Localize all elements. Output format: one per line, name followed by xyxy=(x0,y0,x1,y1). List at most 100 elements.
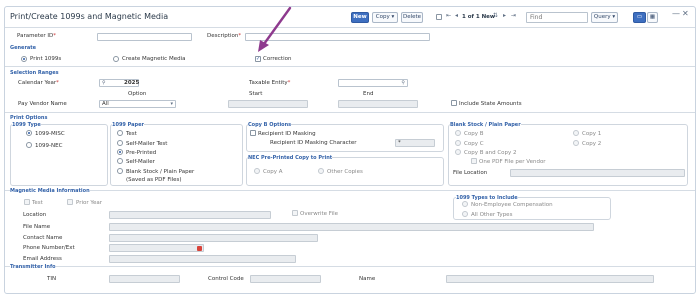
file-location-input[interactable] xyxy=(510,169,685,177)
start-header: Start xyxy=(249,91,263,97)
copy-b-radio[interactable] xyxy=(455,130,461,136)
all-other-types-radio[interactable] xyxy=(462,211,468,217)
grid-view-icon[interactable]: ▦ xyxy=(647,12,658,23)
non-employee-comp-label: Non-Employee Compensation xyxy=(471,202,553,208)
new-button[interactable]: New xyxy=(351,12,369,23)
non-employee-comp-radio[interactable] xyxy=(462,201,468,207)
delete-button[interactable]: Delete xyxy=(401,12,423,23)
calendar-year-input[interactable]: ⚲ 2025 xyxy=(99,79,139,87)
nec-pre-printed-title: NEC Pre-Printed Copy to Print xyxy=(248,155,333,161)
copy-a-label: Copy A xyxy=(263,169,283,175)
paper-blank-stock-note: (Saved as PDF Files) xyxy=(126,177,182,183)
copy-a-radio[interactable] xyxy=(254,168,260,174)
phone-label: Phone Number/Ext xyxy=(23,245,75,251)
copy-1-radio[interactable] xyxy=(573,130,579,136)
sort-icon[interactable]: ⇅ xyxy=(493,12,498,20)
copy-1-label: Copy 1 xyxy=(582,131,602,137)
control-code-input[interactable] xyxy=(250,275,321,283)
pay-vendor-name-label: Pay Vendor Name xyxy=(18,101,67,107)
file-name-label: File Name xyxy=(23,224,51,230)
pay-vendor-option-select[interactable]: All ▾ xyxy=(99,100,176,108)
copy-2-radio[interactable] xyxy=(573,140,579,146)
select-record-checkbox[interactable] xyxy=(436,14,442,20)
email-input[interactable] xyxy=(109,255,296,263)
blank-stock-title: Blank Stock / Plain Paper xyxy=(450,122,521,128)
prior-year-checkbox[interactable] xyxy=(67,199,73,205)
magnetic-media-section-title: Magnetic Media Information xyxy=(10,188,90,194)
paper-blank-stock-label: Blank Stock / Plain Paper xyxy=(126,169,195,175)
copy-b-and-2-radio[interactable] xyxy=(455,149,461,155)
query-button[interactable]: Query ▾ xyxy=(591,12,618,23)
selection-ranges-section-title: Selection Ranges xyxy=(10,70,59,76)
one-pdf-per-vendor-label: One PDF File per Vendor xyxy=(479,159,546,165)
first-record-icon[interactable]: ⇤ xyxy=(446,12,451,20)
create-magnetic-media-radio[interactable] xyxy=(113,56,119,62)
1099-type-title: 1099 Type xyxy=(12,122,41,128)
copy-b-options-group xyxy=(246,124,444,152)
print-1099s-radio[interactable] xyxy=(21,56,27,62)
taxable-entity-input[interactable]: ⚲ xyxy=(338,79,408,87)
mm-test-checkbox[interactable] xyxy=(24,199,30,205)
pay-vendor-end-input[interactable] xyxy=(338,100,418,108)
find-input[interactable] xyxy=(526,12,588,23)
copy-c-label: Copy C xyxy=(464,141,484,147)
paper-test-radio[interactable] xyxy=(117,130,123,136)
chevron-down-icon: ▾ xyxy=(170,101,173,107)
paper-self-mailer-test-radio[interactable] xyxy=(117,140,123,146)
divider xyxy=(5,27,695,28)
search-icon: ⚲ xyxy=(102,80,106,86)
next-record-icon[interactable]: ▸ xyxy=(503,12,506,20)
generate-section-title: Generate xyxy=(10,45,37,51)
contact-name-input[interactable] xyxy=(109,234,318,242)
copy-button[interactable]: Copy ▾ xyxy=(372,12,398,23)
overwrite-file-checkbox[interactable] xyxy=(292,210,298,216)
copy-label: Copy xyxy=(375,14,390,20)
1099-paper-title: 1099 Paper xyxy=(112,122,144,128)
recipient-id-masking-checkbox[interactable] xyxy=(250,130,256,136)
annotation-arrow xyxy=(258,6,292,52)
parameter-id-input[interactable] xyxy=(97,33,192,41)
one-pdf-per-vendor-checkbox[interactable] xyxy=(471,158,477,164)
taxable-entity-label: Taxable Entity* xyxy=(249,80,291,86)
paper-blank-stock-radio[interactable] xyxy=(117,168,123,174)
paper-self-mailer-radio[interactable] xyxy=(117,158,123,164)
1099-misc-radio[interactable] xyxy=(26,130,32,136)
paper-pre-printed-label: Pre-Printed xyxy=(126,150,157,156)
1099-nec-radio[interactable] xyxy=(26,142,32,148)
file-name-input[interactable] xyxy=(109,223,594,231)
other-copies-label: Other Copies xyxy=(327,169,363,175)
copy-b-label: Copy B xyxy=(464,131,484,137)
description-label: Description* xyxy=(207,33,242,39)
query-label: Query xyxy=(593,14,611,20)
form-view-icon[interactable]: ▭ xyxy=(633,12,646,23)
copy-c-radio[interactable] xyxy=(455,140,461,146)
close-icon[interactable]: ✕ xyxy=(682,10,689,18)
last-record-icon[interactable]: ⇥ xyxy=(511,12,516,20)
previous-record-icon[interactable]: ◂ xyxy=(455,12,458,20)
print-options-section-title: Print Options xyxy=(10,115,48,121)
1099-nec-label: 1099-NEC xyxy=(35,143,63,149)
transmitter-section-title: Transmitter Info xyxy=(10,264,56,270)
phone-input[interactable] xyxy=(109,244,204,252)
include-state-amounts-checkbox[interactable] xyxy=(451,100,457,106)
chevron-down-icon: ▾ xyxy=(612,14,616,20)
contact-name-label: Contact Name xyxy=(23,235,63,241)
record-nav-text: 1 of 1 New xyxy=(462,14,495,20)
transmitter-name-input[interactable] xyxy=(446,275,654,283)
copy-2-label: Copy 2 xyxy=(582,141,602,147)
paper-pre-printed-radio[interactable] xyxy=(117,149,123,155)
include-state-amounts-label: Include State Amounts xyxy=(459,101,522,107)
tin-input[interactable] xyxy=(109,275,180,283)
1099-misc-label: 1099-MISC xyxy=(35,131,65,137)
location-input[interactable] xyxy=(109,211,271,219)
recipient-id-masking-label: Recipient ID Masking xyxy=(258,131,316,137)
other-copies-radio[interactable] xyxy=(318,168,324,174)
phone-type-icon[interactable] xyxy=(197,246,202,251)
masking-character-input[interactable]: * xyxy=(395,139,435,147)
calendar-year-label: Calendar Year* xyxy=(18,80,59,86)
end-header: End xyxy=(363,91,374,97)
divider xyxy=(5,66,695,67)
pay-vendor-start-input[interactable] xyxy=(228,100,308,108)
pay-vendor-option-value: All xyxy=(102,101,109,107)
minimize-icon[interactable]: — xyxy=(672,10,680,18)
